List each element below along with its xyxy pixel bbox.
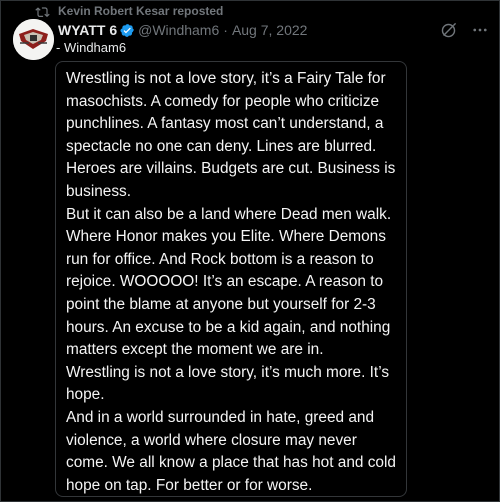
note-line: hope on tap. For better or for worse. [66, 476, 313, 494]
post-card[interactable]: Kevin Robert Kesar reposted WYATT 6 @Win… [0, 0, 500, 502]
post-header: WYATT 6 @Windham6 · Aug 7, 2022 [58, 21, 307, 39]
note-line: And in a world surrounded in hate, greed… [66, 408, 375, 426]
note-line: spectacle no one can deny. Lines are blu… [66, 137, 377, 155]
separator-dot: · [223, 22, 228, 38]
note-line: run for office. And Rock bottom is a rea… [66, 250, 374, 268]
more-icon[interactable] [471, 21, 489, 44]
avatar[interactable] [13, 19, 54, 60]
note-line: hope. [66, 386, 105, 404]
display-name[interactable]: WYATT 6 [58, 21, 117, 39]
post-date[interactable]: Aug 7, 2022 [232, 21, 308, 39]
handle[interactable]: @Windham6 [138, 21, 219, 39]
verified-badge-icon[interactable] [120, 23, 135, 38]
note-line: Where Honor makes you Elite. Where Demon… [66, 228, 386, 246]
note-line: come. We all know a place that has hot a… [66, 454, 396, 472]
notes-app-screenshot[interactable]: Wrestling is not a love story, it’s a Fa… [55, 61, 407, 497]
note-line: Heroes are villains. Budgets are cut. Bu… [66, 160, 396, 178]
note-line: matters except the moment we are in. [66, 341, 324, 359]
post-text: - Windham6 [56, 40, 127, 55]
repost-text: Kevin Robert Kesar reposted [58, 4, 224, 18]
note-line: violence, a world where closure may neve… [66, 431, 357, 449]
note-line: point the blame at anyone but yourself f… [66, 295, 376, 313]
grok-icon[interactable] [440, 22, 457, 44]
note-line: masochists. A comedy for people who crit… [66, 92, 380, 110]
note-line: rejoice. WOOOOO! It’s an escape. A reaso… [66, 273, 384, 291]
note-line: But it can also be a land where Dead men… [66, 205, 392, 223]
note-line: business. [66, 182, 132, 200]
note-line: hours. An excuse to be a kid again, and … [66, 318, 391, 336]
note-line: Wrestling is not a love story, it’s a Fa… [66, 70, 386, 87]
repost-icon [35, 5, 50, 17]
note-line: punchlines. A fantasy most can’t underst… [66, 115, 384, 133]
note-line: Wrestling is not a love story, it’s much… [66, 363, 390, 381]
post-actions-top [440, 21, 489, 44]
repost-indicator[interactable]: Kevin Robert Kesar reposted [35, 3, 223, 19]
